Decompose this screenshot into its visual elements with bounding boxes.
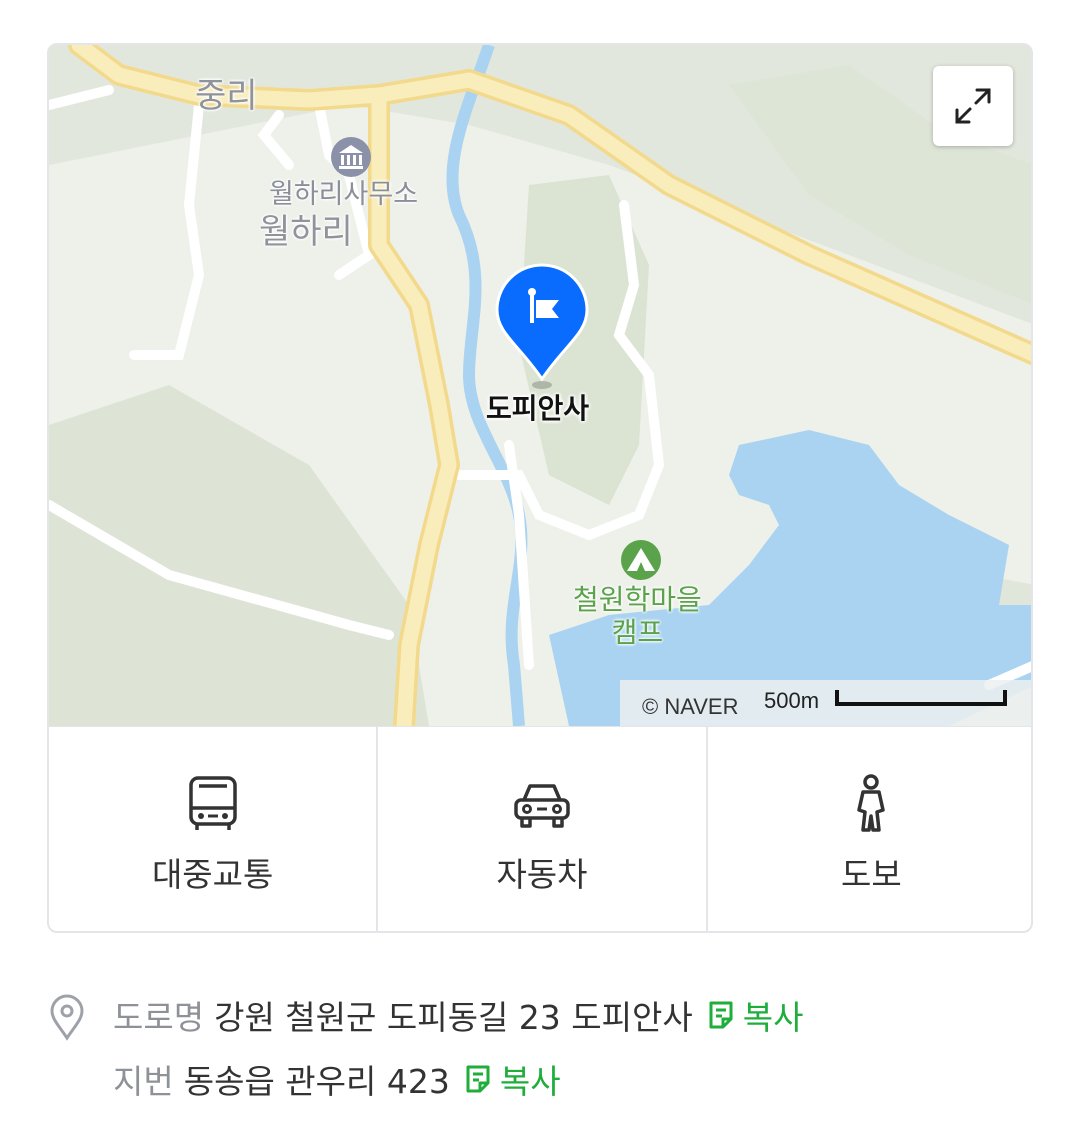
map-copyright: © NAVER [642,694,739,719]
map-label-wolhari: 월하리 [259,212,353,252]
expand-map-button[interactable] [933,66,1013,146]
transport-modes: 대중교통 자동차 도보 [49,726,1031,931]
map-label-camp[interactable]: 철원학마을 캠프 [573,583,702,649]
bus-icon [188,776,237,830]
mode-walk[interactable]: 도보 [708,727,1031,931]
road-address-value: 강원 철원군 도피동길 23 도피안사 [214,998,693,1037]
copy-lot-label: 복사 [499,1062,561,1101]
map-view[interactable]: 중리 월하리사무소 월하리 도피안사 철원학마을 캠프 © NAVER 500m [49,45,1031,726]
map-card: 중리 월하리사무소 월하리 도피안사 철원학마을 캠프 © NAVER 500m [47,43,1033,933]
map-scale-text: 500m [764,688,820,713]
mode-label-transit: 대중교통 [151,855,274,894]
map-scale-bar: © NAVER 500m [620,680,1031,726]
map-label-jungri: 중리 [195,76,258,116]
lot-address-row: 지번 동송읍 관우리 423 복사 [113,1054,561,1104]
map-scale-line [835,690,1007,706]
map-label-office[interactable]: 월하리사무소 [269,181,418,208]
walking-person-icon [857,774,886,832]
map-label-target[interactable]: 도피안사 [486,395,589,423]
mode-car[interactable]: 자동차 [378,727,708,931]
copy-lot-address-button[interactable]: 복사 [464,1055,561,1103]
map-base [49,45,1031,726]
road-address-row: 도로명 강원 철원군 도피동길 23 도피안사 복사 [113,990,803,1040]
expand-icon [955,88,991,124]
tent-icon[interactable] [621,540,661,580]
lot-address-value: 동송읍 관우리 423 [183,1062,450,1101]
camp-label-line1: 철원학마을 [573,583,702,616]
location-pin-icon [50,994,84,1041]
copy-icon [466,1065,490,1093]
copy-road-address-button[interactable]: 복사 [707,991,804,1039]
road-address-kind: 도로명 [113,998,205,1037]
mode-label-car: 자동차 [496,855,588,894]
car-icon [514,784,570,828]
copy-icon [709,1001,733,1029]
mode-public-transit[interactable]: 대중교통 [49,727,379,931]
mode-label-walk: 도보 [840,855,902,894]
camp-label-line2: 캠프 [611,616,664,649]
copy-road-label: 복사 [742,998,804,1037]
government-office-icon[interactable] [331,137,371,177]
lot-address-kind: 지번 [113,1062,174,1101]
